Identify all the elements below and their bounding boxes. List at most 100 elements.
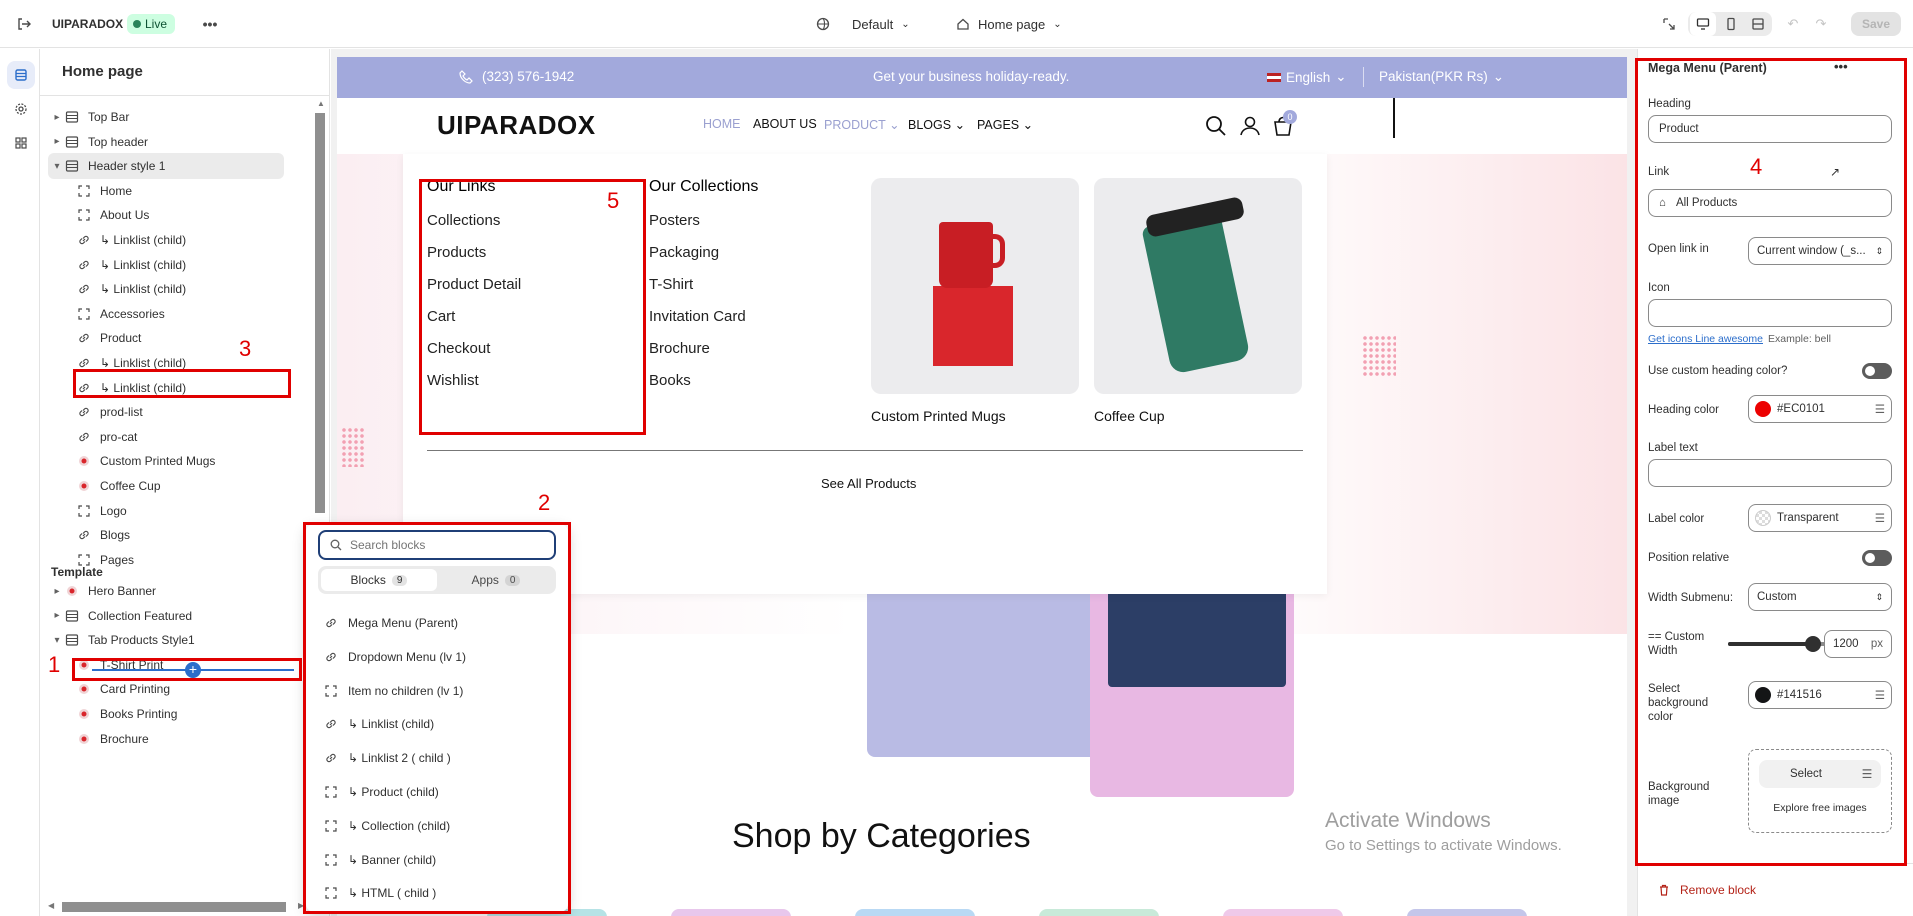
scroll-thumb[interactable] bbox=[315, 113, 325, 513]
col2-link-4[interactable]: Brochure bbox=[649, 340, 710, 357]
more-icon[interactable]: ••• bbox=[200, 14, 220, 34]
search-icon[interactable] bbox=[1204, 114, 1228, 138]
scroll-thumb-h[interactable] bbox=[62, 902, 286, 912]
tree-row-label: Books Printing bbox=[100, 707, 178, 721]
tree-row-child-12[interactable]: Coffee Cup bbox=[76, 473, 161, 499]
tree-row-child-2[interactable]: ↳ Linklist (child) bbox=[76, 227, 186, 253]
mobile-icon[interactable] bbox=[1718, 12, 1744, 36]
sections-icon[interactable] bbox=[7, 61, 35, 89]
globe-icon bbox=[816, 17, 830, 31]
mug-card-title[interactable]: Custom Printed Mugs bbox=[871, 408, 1006, 424]
shop-heading: Shop by Categories bbox=[732, 817, 1031, 855]
nav-blogs-label: BLOGS bbox=[908, 118, 952, 132]
fullscreen-icon[interactable] bbox=[1745, 12, 1771, 36]
col2-link-2[interactable]: T-Shirt bbox=[649, 276, 693, 293]
tree-row-child-6[interactable]: Product bbox=[76, 325, 141, 351]
section-icon bbox=[64, 158, 80, 174]
category-tile[interactable] bbox=[1223, 909, 1343, 916]
tree-row-template-child-3[interactable]: Brochure bbox=[76, 726, 149, 752]
scroll-left-icon[interactable]: ◀ bbox=[48, 901, 54, 910]
cart-count-badge: 0 bbox=[1283, 110, 1297, 124]
scroll-up-icon[interactable]: ▲ bbox=[317, 99, 325, 108]
tree-row-child-11[interactable]: Custom Printed Mugs bbox=[76, 448, 215, 474]
tree-row-child-13[interactable]: Logo bbox=[76, 498, 127, 524]
theme-select[interactable]: Default ⌄ bbox=[816, 12, 910, 36]
page-select[interactable]: Home page ⌄ bbox=[956, 12, 1062, 36]
tree-scrollbar[interactable]: ▲ bbox=[313, 99, 327, 519]
see-all-products-link[interactable]: See All Products bbox=[821, 476, 916, 491]
inspector-icon[interactable] bbox=[1656, 12, 1682, 36]
apps-icon[interactable] bbox=[7, 129, 35, 157]
desktop-icon[interactable] bbox=[1690, 12, 1716, 36]
live-dot bbox=[133, 20, 141, 28]
tree-row-label: Accessories bbox=[100, 306, 165, 321]
category-tile[interactable] bbox=[855, 909, 975, 916]
category-tile[interactable] bbox=[671, 909, 791, 916]
undo-icon[interactable]: ↶ bbox=[1780, 12, 1806, 36]
col2-link-3[interactable]: Invitation Card bbox=[649, 308, 746, 325]
nav-product[interactable]: PRODUCT ⌄ bbox=[824, 117, 900, 132]
col2-link-5[interactable]: Books bbox=[649, 372, 691, 389]
theme-select-value: Default bbox=[852, 16, 894, 32]
image-icon bbox=[76, 731, 92, 747]
tree-row-child-1[interactable]: About Us bbox=[76, 202, 149, 228]
tree-row-header-2[interactable]: ▾ Header style 1 bbox=[48, 153, 284, 180]
us-flag-icon bbox=[1267, 72, 1281, 82]
tree-row-child-4[interactable]: ↳ Linklist (child) bbox=[76, 276, 186, 302]
chevron-right-icon[interactable]: ▸ bbox=[50, 136, 64, 147]
image-icon bbox=[76, 681, 92, 697]
tree-row-template-1[interactable]: ▸ Collection Featured bbox=[50, 603, 192, 629]
tree-row-child-3[interactable]: ↳ Linklist (child) bbox=[76, 252, 186, 278]
phone-icon bbox=[459, 70, 473, 84]
hero-tile bbox=[867, 577, 1107, 757]
col2-link-0[interactable]: Posters bbox=[649, 212, 700, 229]
category-tile[interactable] bbox=[1039, 909, 1159, 916]
language-select[interactable]: English ⌄ bbox=[1267, 69, 1347, 85]
chevron-right-icon[interactable]: ▸ bbox=[50, 112, 64, 123]
account-icon[interactable] bbox=[1238, 114, 1262, 138]
tree-row-label: ↳ Linklist (child) bbox=[100, 356, 187, 370]
tree-row-child-0[interactable]: Home bbox=[76, 178, 132, 204]
chevron-down-icon: ⌄ bbox=[1053, 18, 1062, 30]
chevron-down-icon: ⌄ bbox=[889, 118, 900, 132]
nav-about[interactable]: ABOUT US bbox=[753, 117, 817, 131]
coffee-cup-product-card[interactable] bbox=[1094, 178, 1302, 394]
col2-link-1[interactable]: Packaging bbox=[649, 244, 719, 261]
chevron-down-icon[interactable]: ▾ bbox=[50, 635, 64, 646]
currency-select[interactable]: Pakistan(PKR Rs) ⌄ bbox=[1379, 69, 1504, 85]
nav-home[interactable]: HOME bbox=[703, 117, 741, 131]
tree-row-child-9[interactable]: prod-list bbox=[76, 399, 143, 425]
tree-row-template-2[interactable]: ▾ Tab Products Style1 bbox=[50, 627, 195, 653]
link-icon bbox=[76, 257, 92, 273]
phone-link[interactable]: (323) 576-1942 bbox=[458, 69, 574, 85]
save-button[interactable]: Save bbox=[1851, 12, 1901, 36]
home-icon bbox=[957, 18, 969, 30]
tree-row-template-0[interactable]: ▸ Hero Banner bbox=[50, 578, 156, 604]
tree-row-child-14[interactable]: Blogs bbox=[76, 522, 130, 548]
exit-icon[interactable] bbox=[14, 14, 34, 34]
coffee-cup-card-title[interactable]: Coffee Cup bbox=[1094, 408, 1165, 424]
chevron-right-icon[interactable]: ▸ bbox=[50, 610, 64, 621]
site-logo[interactable]: UIPARADOX bbox=[437, 110, 596, 141]
nav-pages[interactable]: PAGES ⌄ bbox=[977, 117, 1033, 132]
chevron-down-icon[interactable]: ▾ bbox=[50, 161, 64, 172]
tree-row-template-child-2[interactable]: Books Printing bbox=[76, 701, 177, 727]
tree-row-label: Pages bbox=[100, 552, 135, 567]
tree-row-label: Tab Products Style1 bbox=[88, 633, 195, 648]
tree-row-header-0[interactable]: ▸ Top Bar bbox=[50, 104, 129, 130]
tree-row-child-5[interactable]: Accessories bbox=[76, 301, 165, 327]
tree-row-label: ↳ Linklist (child) bbox=[100, 257, 187, 272]
chevron-right-icon[interactable]: ▸ bbox=[50, 586, 64, 597]
category-tile[interactable] bbox=[1407, 909, 1527, 916]
mug-product-card[interactable] bbox=[871, 178, 1079, 394]
live-badge: Live bbox=[127, 14, 176, 34]
nav-blogs[interactable]: BLOGS ⌄ bbox=[908, 117, 965, 132]
tree-row-child-10[interactable]: pro-cat bbox=[76, 424, 137, 450]
settings-gear-icon[interactable] bbox=[7, 95, 35, 123]
tree-row-header-1[interactable]: ▸ Top header bbox=[50, 129, 148, 155]
annotation-box-1 bbox=[72, 658, 302, 681]
horizontal-scrollbar[interactable]: ◀ ▶ bbox=[48, 901, 318, 913]
trash-icon bbox=[1660, 884, 1668, 896]
remove-block-button[interactable]: Remove block bbox=[1658, 883, 1756, 897]
redo-icon[interactable]: ↷ bbox=[1808, 12, 1834, 36]
